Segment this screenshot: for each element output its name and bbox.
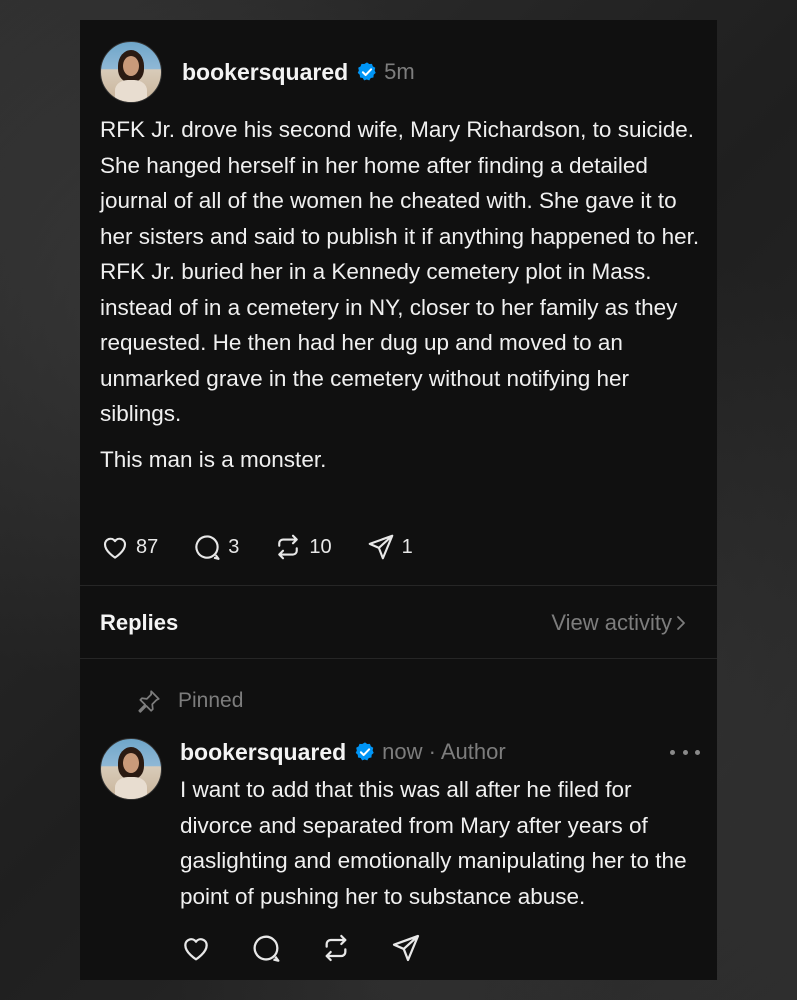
more-button[interactable]: [670, 737, 700, 767]
post-header: bookersquared 5m: [100, 40, 415, 104]
heart-icon: [103, 537, 127, 559]
reply-header: bookersquared now · Author: [180, 735, 700, 769]
verified-badge-icon: [355, 742, 374, 761]
divider: [80, 585, 717, 586]
repost-icon[interactable]: [320, 932, 352, 964]
pin-icon: [138, 690, 160, 713]
post-time: 5m: [384, 59, 415, 84]
chevron-right-icon: [677, 616, 685, 630]
repost-count: 10: [309, 535, 332, 558]
reply-username[interactable]: bookersquared: [180, 739, 346, 766]
pinned-text: Pinned: [178, 689, 244, 712]
repost-button[interactable]: 10: [273, 532, 332, 562]
view-activity-link[interactable]: View activity: [551, 610, 690, 636]
post-paragraph: RFK Jr. drove his second wife, Mary Rich…: [100, 117, 700, 426]
post-text: RFK Jr. drove his second wife, Mary Rich…: [100, 112, 700, 477]
reply-meta: now · Author: [382, 739, 506, 764]
verified-badge-icon: [357, 62, 376, 81]
share-icon: [368, 534, 393, 560]
replies-title: Replies: [100, 610, 179, 635]
view-activity-label: View activity: [551, 610, 672, 635]
post-paragraph: This man is a monster.: [100, 446, 327, 472]
comment-count: 3: [228, 535, 240, 558]
comment-icon[interactable]: [250, 932, 282, 964]
divider: [80, 658, 717, 659]
comment-icon: [195, 535, 220, 560]
comment-button[interactable]: 3: [192, 532, 239, 562]
pinned-label: Pinned: [136, 688, 243, 714]
share-icon[interactable]: [390, 932, 422, 964]
like-button[interactable]: 87: [100, 532, 158, 562]
share-button[interactable]: 1: [366, 532, 413, 562]
share-count: 1: [401, 535, 413, 558]
like-count: 87: [136, 535, 159, 558]
more-icon: [670, 749, 675, 755]
reply-text: I want to add that this was all after he…: [180, 777, 687, 909]
replies-header: Replies View activity: [100, 605, 690, 641]
reply-actions: [180, 932, 460, 964]
thread-card: bookersquared 5m RFK Jr. drove his secon…: [80, 20, 717, 980]
post-username[interactable]: bookersquared: [182, 59, 348, 86]
post-actions: 87 3 10 1: [100, 530, 447, 564]
repost-icon: [278, 534, 299, 560]
avatar[interactable]: [100, 41, 162, 103]
heart-icon[interactable]: [180, 932, 212, 964]
reply-avatar[interactable]: [100, 738, 162, 800]
